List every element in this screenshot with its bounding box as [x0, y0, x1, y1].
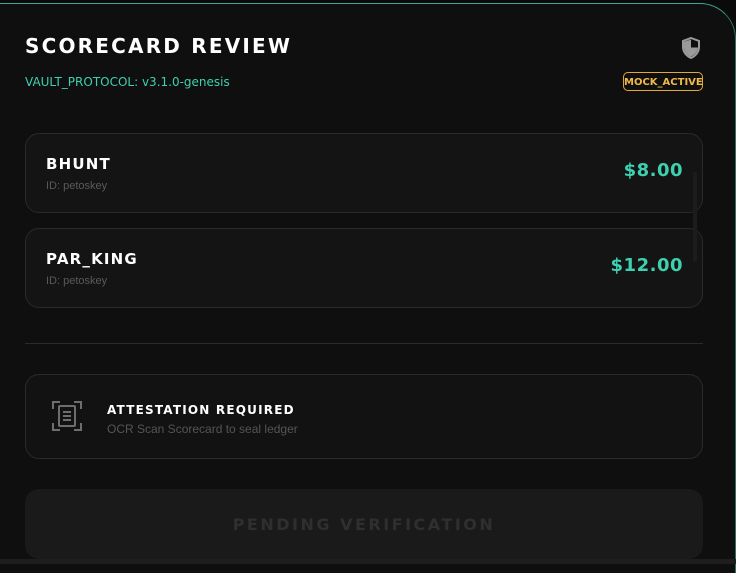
- player-amount: $8.00: [623, 160, 683, 181]
- scan-document-icon: [52, 401, 82, 431]
- shield-icon: [682, 37, 700, 59]
- player-name: BHUNT: [46, 155, 111, 173]
- player-amount: $12.00: [610, 255, 683, 276]
- player-card[interactable]: PAR_KING ID: petoskey $12.00: [25, 228, 703, 308]
- page-title: SCORECARD REVIEW: [25, 34, 293, 58]
- section-divider: [25, 343, 703, 344]
- bottom-edge: [0, 559, 736, 564]
- player-name: PAR_KING: [46, 250, 138, 268]
- pending-verification-button[interactable]: PENDING VERIFICATION: [25, 489, 703, 559]
- player-card[interactable]: BHUNT ID: petoskey $8.00: [25, 133, 703, 213]
- player-id: ID: petoskey: [46, 180, 108, 192]
- attestation-title: ATTESTATION REQUIRED: [107, 403, 295, 417]
- protocol-version: VAULT_PROTOCOL: v3.1.0-genesis: [25, 75, 230, 89]
- attestation-card[interactable]: ATTESTATION REQUIRED OCR Scan Scorecard …: [25, 374, 703, 459]
- attestation-subtitle: OCR Scan Scorecard to seal ledger: [107, 422, 298, 436]
- list-scrollbar[interactable]: [693, 172, 697, 262]
- player-id: ID: petoskey: [46, 275, 108, 287]
- mock-status-badge: MOCK_ACTIVE: [623, 72, 703, 91]
